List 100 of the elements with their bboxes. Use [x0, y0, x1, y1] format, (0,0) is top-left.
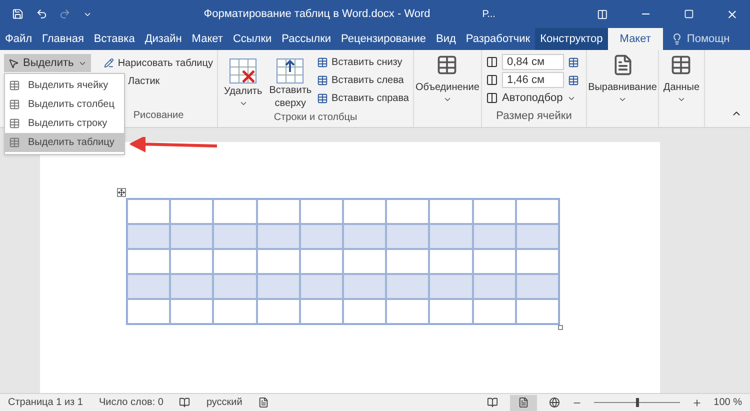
word-count[interactable]: Число слов: 0: [98, 395, 164, 410]
zoom-slider-thumb[interactable]: [636, 398, 639, 407]
insert-button[interactable]: Вставить снизу: [316, 54, 409, 70]
table-cell[interactable]: [213, 299, 257, 324]
table-cell[interactable]: [516, 299, 559, 324]
table-cell[interactable]: [386, 199, 430, 224]
ribbon-tab[interactable]: Вид: [431, 28, 461, 50]
table-cell[interactable]: [516, 274, 559, 299]
table-cell[interactable]: [386, 249, 430, 274]
table-cell[interactable]: [343, 299, 386, 324]
table-cell[interactable]: [213, 274, 257, 299]
ribbon-tab[interactable]: Макет: [186, 28, 228, 50]
table-cell[interactable]: [256, 224, 300, 249]
table-cell[interactable]: [516, 249, 559, 274]
table-cell[interactable]: [429, 199, 473, 224]
table-cell[interactable]: [472, 249, 516, 274]
help-search[interactable]: Помощн: [686, 30, 730, 48]
table-icon: [316, 92, 328, 104]
table-cell[interactable]: [127, 299, 170, 324]
maximize-icon[interactable]: [684, 8, 694, 20]
menu-item[interactable]: Выделить строку: [5, 114, 124, 133]
table-icon: [316, 56, 328, 68]
table-cell[interactable]: [516, 199, 559, 224]
page-count[interactable]: Страница 1 из 1: [8, 395, 83, 410]
cell-size-field[interactable]: 1,46 см: [502, 72, 564, 88]
ribbon-tab[interactable]: Конструктор: [535, 28, 608, 50]
table-cell[interactable]: [256, 249, 300, 274]
ribbon-tab[interactable]: Главная: [37, 28, 89, 50]
table-cell[interactable]: [472, 299, 516, 324]
table-cell[interactable]: [472, 274, 516, 299]
account-name[interactable]: Р...: [482, 6, 496, 22]
menu-item[interactable]: Выделить столбец: [5, 95, 124, 114]
table-cell[interactable]: [170, 224, 214, 249]
table-cell[interactable]: [127, 199, 170, 224]
table-icon: [436, 54, 458, 76]
table-cell[interactable]: [170, 199, 214, 224]
table-cell[interactable]: [127, 249, 170, 274]
delete-button[interactable]: Удалить: [222, 54, 264, 110]
cell-size-field[interactable]: 0,84 см: [502, 54, 564, 70]
language[interactable]: русский: [206, 395, 242, 410]
save-icon[interactable]: [12, 7, 24, 21]
menu-item[interactable]: Выделить таблицу: [5, 133, 124, 152]
table-cell[interactable]: [300, 299, 343, 324]
table-cell[interactable]: [213, 199, 257, 224]
table-cell[interactable]: [127, 274, 170, 299]
table-cell[interactable]: [213, 249, 257, 274]
table-cell[interactable]: [429, 249, 473, 274]
table-cell[interactable]: [300, 199, 343, 224]
menu-item[interactable]: Выделить ячейку: [5, 76, 124, 95]
ribbon-tab[interactable]: Разработчик: [460, 28, 536, 50]
table-cell[interactable]: [256, 274, 300, 299]
table-cell[interactable]: [343, 274, 386, 299]
table-cell[interactable]: [429, 299, 473, 324]
table-cell[interactable]: [256, 199, 300, 224]
table-cell[interactable]: [386, 274, 430, 299]
ribbon-tab[interactable]: Вставка: [88, 28, 140, 50]
merge-button[interactable]: Объединение: [416, 54, 480, 104]
table-cell[interactable]: [170, 249, 214, 274]
table-cell[interactable]: [343, 249, 386, 274]
eraser-button[interactable]: Ластик: [128, 72, 160, 90]
select-dropdown-button[interactable]: Выделить: [4, 54, 91, 72]
web-layout-icon[interactable]: [548, 397, 560, 408]
table-cell[interactable]: [127, 224, 170, 249]
table-cell[interactable]: [170, 299, 214, 324]
print-layout-button[interactable]: [510, 394, 537, 410]
table-cell[interactable]: [472, 224, 516, 249]
autofit-button[interactable]: Автоподбор: [486, 90, 582, 106]
table-cell[interactable]: [256, 299, 300, 324]
table-move-handle-icon[interactable]: [117, 188, 126, 197]
table-cell[interactable]: [429, 274, 473, 299]
insert-button[interactable]: Вставить слева: [316, 72, 409, 88]
caret-icon: [238, 99, 248, 108]
ribbon-tab[interactable]: Макет: [608, 28, 663, 50]
table-cell[interactable]: [516, 224, 559, 249]
insert-above-button[interactable]: Вставить сверху: [268, 54, 313, 110]
table-cell[interactable]: [170, 274, 214, 299]
zoom-level[interactable]: 100 %: [714, 395, 742, 410]
table-icon: [670, 54, 692, 76]
ribbon-tab[interactable]: Ссылки: [228, 28, 277, 50]
insert-button[interactable]: Вставить справа: [316, 90, 409, 106]
ribbon-tab[interactable]: Рассылки: [276, 28, 336, 50]
ribbon-tab[interactable]: Дизайн: [140, 28, 187, 50]
table-cell[interactable]: [386, 299, 430, 324]
table-cell[interactable]: [300, 249, 343, 274]
table-cell[interactable]: [343, 224, 386, 249]
table-resize-handle[interactable]: [558, 325, 563, 330]
table-cell[interactable]: [472, 199, 516, 224]
table-cell[interactable]: [300, 274, 343, 299]
zoom-in-icon[interactable]: [692, 398, 702, 408]
alignment-button[interactable]: Выравнивание: [588, 54, 657, 104]
ribbon-tab[interactable]: Рецензирование: [336, 28, 431, 50]
table-cell[interactable]: [213, 224, 257, 249]
data-button[interactable]: Данные: [663, 54, 700, 104]
ribbon-tab[interactable]: Файл: [0, 28, 38, 50]
table-cell[interactable]: [300, 224, 343, 249]
undo-icon[interactable]: [36, 7, 48, 21]
table-cell[interactable]: [343, 199, 386, 224]
draw-table-button[interactable]: Нарисовать таблицу: [104, 54, 213, 72]
table-cell[interactable]: [386, 224, 430, 249]
table-cell[interactable]: [429, 224, 473, 249]
